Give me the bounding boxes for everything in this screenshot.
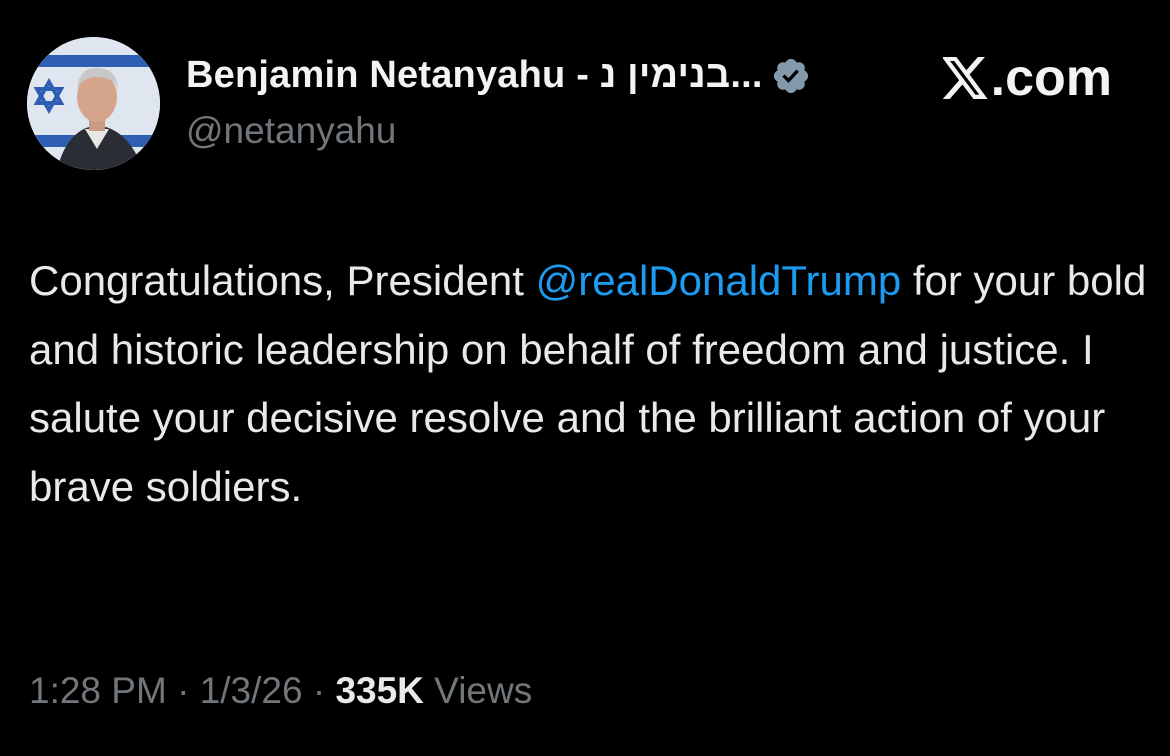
brand-label: .com — [990, 49, 1112, 107]
author-handle[interactable]: @netanyahu — [186, 110, 396, 152]
verified-badge-icon — [771, 56, 811, 96]
views-label: Views — [423, 670, 533, 711]
tweet-date[interactable]: 1/3/26 — [200, 670, 303, 711]
tweet-time[interactable]: 1:28 PM — [29, 670, 167, 711]
mention-link[interactable]: @realDonaldTrump — [536, 257, 902, 304]
tweet-text: Congratulations, President @realDonaldTr… — [29, 247, 1149, 521]
tweet-card: Benjamin Netanyahu - בנימין נ... @netany… — [0, 0, 1170, 756]
views-count[interactable]: 335K — [335, 670, 423, 711]
avatar-photo-icon — [27, 37, 160, 170]
tweet-text-intro: Congratulations, President — [29, 257, 536, 304]
avatar[interactable] — [27, 37, 160, 170]
tweet-meta: 1:28 PM · 1/3/26 · 335K Views — [29, 670, 532, 712]
x-logo-icon — [942, 57, 988, 99]
brand-watermark: .com — [942, 48, 1112, 108]
author-name-row[interactable]: Benjamin Netanyahu - בנימין נ... — [186, 54, 811, 97]
meta-separator: · — [302, 670, 336, 711]
author-display-name[interactable]: Benjamin Netanyahu - בנימין נ... — [186, 54, 763, 97]
meta-separator: · — [166, 670, 200, 711]
